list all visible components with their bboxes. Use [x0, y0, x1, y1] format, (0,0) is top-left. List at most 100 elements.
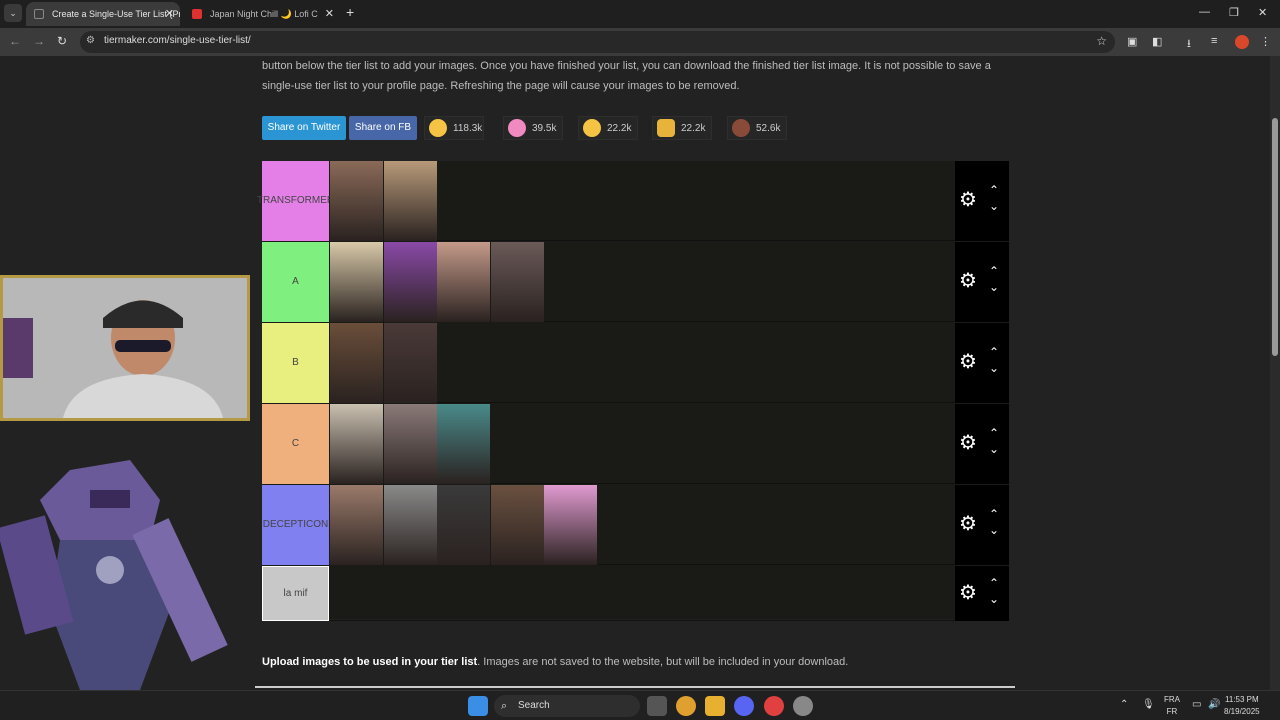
close-window-icon[interactable]: ✕ [1258, 6, 1267, 19]
tier-row: DECEPTICON ⚙ ⌃ ⌄ [262, 485, 1009, 565]
page-scrollbar[interactable] [1270, 56, 1280, 690]
bookmark-star-icon[interactable]: ☆ [1096, 34, 1107, 48]
reaction-heart-eyes-button[interactable]: 39.5k [503, 116, 563, 140]
move-up-icon[interactable]: ⌃ [989, 183, 999, 197]
minimize-icon[interactable]: — [1199, 6, 1210, 18]
gear-icon[interactable]: ⚙ [959, 190, 977, 210]
profile-avatar[interactable] [1235, 35, 1249, 49]
media-control-icon[interactable]: ≡ [1211, 35, 1217, 47]
taskbar-search[interactable]: ⌕ Search [494, 695, 640, 717]
reload-icon[interactable]: ↻ [57, 34, 67, 48]
forward-icon[interactable]: → [33, 34, 45, 48]
gear-icon[interactable]: ⚙ [959, 433, 977, 453]
extensions-puzzle-icon[interactable]: ◧ [1152, 35, 1162, 48]
move-down-icon[interactable]: ⌄ [989, 199, 999, 213]
tier-controls: ⚙ ⌃ ⌄ [955, 404, 1009, 484]
restore-icon[interactable]: ❐ [1229, 6, 1239, 19]
tier-item-image[interactable] [490, 485, 544, 565]
language-code: FRA [1164, 695, 1180, 704]
task-view-icon[interactable] [647, 696, 667, 716]
upload-note: . Images are not saved to the website, b… [477, 656, 849, 668]
tier-item-image[interactable] [490, 242, 544, 322]
back-icon[interactable]: ← [9, 34, 21, 48]
robot-overlay-image [0, 460, 230, 690]
discord-icon[interactable] [734, 696, 754, 716]
extension-icon[interactable]: ▣ [1127, 35, 1137, 48]
move-down-icon[interactable]: ⌄ [989, 442, 999, 456]
close-tab-icon[interactable]: ✕ [325, 2, 334, 26]
tier-label[interactable]: DECEPTICON [262, 485, 329, 565]
move-down-icon[interactable]: ⌄ [989, 523, 999, 537]
file-explorer-icon[interactable] [705, 696, 725, 716]
tier-item-image[interactable] [383, 161, 437, 241]
tier-item-image[interactable] [330, 404, 383, 484]
gear-icon[interactable]: ⚙ [959, 583, 977, 603]
move-up-icon[interactable]: ⌃ [989, 345, 999, 359]
reaction-clap-button[interactable]: 22.2k [652, 116, 712, 140]
tab-search-menu-icon[interactable]: ⌄ [4, 4, 22, 22]
reaction-laugh-button[interactable]: 118.3k [424, 116, 484, 140]
webcam-person-image [3, 278, 247, 418]
move-up-icon[interactable]: ⌃ [989, 576, 999, 590]
tier-item-image[interactable] [330, 485, 383, 565]
heart-eyes-emoji-icon [508, 119, 526, 137]
tier-label[interactable]: la mif [262, 566, 329, 621]
share-twitter-button[interactable]: Share on Twitter [262, 116, 346, 140]
scrollbar-thumb[interactable] [1272, 118, 1278, 356]
move-up-icon[interactable]: ⌃ [989, 507, 999, 521]
search-icon: ⌕ [501, 700, 508, 712]
webcam-overlay [0, 275, 250, 421]
gear-icon[interactable]: ⚙ [959, 352, 977, 372]
share-fb-button[interactable]: Share on FB [349, 116, 417, 140]
tab-title: Create a Single-Use Tier List (Pr [52, 9, 180, 19]
reaction-grin-button[interactable]: 22.2k [578, 116, 638, 140]
tier-label[interactable]: TRANSFORMER [257, 161, 334, 241]
reaction-poop-button[interactable]: 52.6k [727, 116, 787, 140]
clock[interactable]: 11:53 PM 8/19/2025 [1224, 694, 1260, 718]
url-text: tiermaker.com/single-use-tier-list/ [104, 35, 251, 46]
move-up-icon[interactable]: ⌃ [989, 264, 999, 278]
address-bar[interactable]: ⚙ tiermaker.com/single-use-tier-list/ ☆ [80, 31, 1115, 53]
tier-item-image[interactable] [383, 485, 437, 565]
tier-label[interactable]: C [262, 404, 329, 484]
tier-label[interactable]: B [262, 323, 329, 403]
language-indicator[interactable]: FRA FR [1164, 694, 1180, 718]
tier-controls: ⚙ ⌃ ⌄ [955, 242, 1009, 322]
move-down-icon[interactable]: ⌄ [989, 280, 999, 294]
tier-item-image[interactable] [544, 485, 597, 565]
tier-item-image[interactable] [437, 242, 490, 322]
tier-item-image[interactable] [383, 242, 437, 322]
menu-icon[interactable]: ⋮ [1260, 35, 1271, 48]
site-info-icon[interactable]: ⚙ [86, 35, 95, 46]
tier-item-image[interactable] [437, 404, 490, 484]
chrome-active-icon[interactable] [764, 696, 784, 716]
volume-icon[interactable]: 🔊 [1208, 699, 1220, 710]
laugh-emoji-icon [429, 119, 447, 137]
microphone-icon[interactable]: 🎙 [1142, 699, 1155, 710]
gear-icon[interactable]: ⚙ [959, 271, 977, 291]
tier-label[interactable]: A [262, 242, 329, 322]
tier-controls: ⚙ ⌃ ⌄ [955, 485, 1009, 565]
tier-item-image[interactable] [383, 323, 437, 403]
move-up-icon[interactable]: ⌃ [989, 426, 999, 440]
tray-chevron-icon[interactable]: ⌃ [1120, 699, 1128, 710]
start-icon[interactable] [468, 696, 488, 716]
tier-item-image[interactable] [383, 404, 437, 484]
tab-tiermaker[interactable]: Create a Single-Use Tier List (Pr ✕ [26, 2, 180, 26]
tier-item-image[interactable] [330, 161, 383, 241]
reaction-count: 22.2k [607, 123, 632, 134]
move-down-icon[interactable]: ⌄ [989, 592, 999, 606]
download-icon[interactable]: ⭳ [1187, 35, 1191, 54]
gear-icon[interactable]: ⚙ [959, 514, 977, 534]
tier-item-image[interactable] [330, 242, 383, 322]
tier-item-image[interactable] [330, 323, 383, 403]
close-tab-icon[interactable]: ✕ [165, 2, 174, 26]
clock-time: 11:53 PM [1224, 695, 1259, 704]
app-icon[interactable] [793, 696, 813, 716]
move-down-icon[interactable]: ⌄ [989, 361, 999, 375]
new-tab-icon[interactable]: + [346, 4, 354, 20]
tier-item-image[interactable] [437, 485, 490, 565]
tab-lofi[interactable]: Japan Night Chill 🌙 Lofi C ✕ [184, 2, 340, 26]
network-icon[interactable]: ▭ [1192, 699, 1201, 710]
chrome-icon[interactable] [676, 696, 696, 716]
